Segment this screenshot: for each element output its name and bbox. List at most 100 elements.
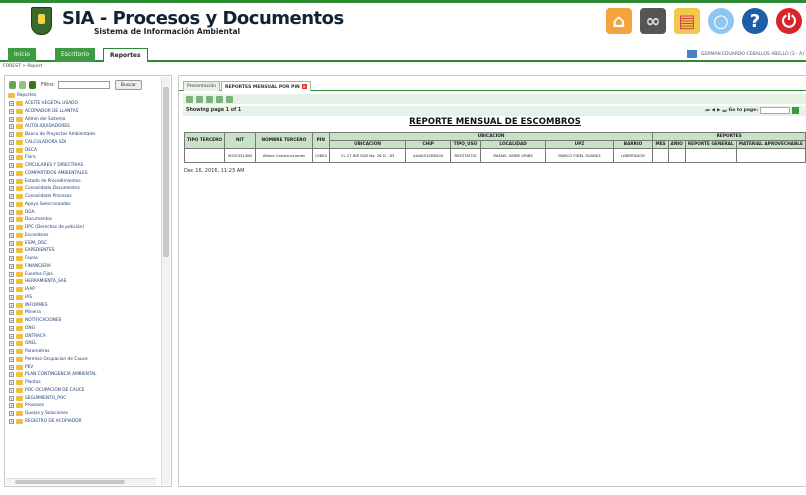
- expand-icon[interactable]: +: [9, 116, 14, 122]
- go-to-page-input[interactable]: [760, 107, 790, 114]
- tab-reportes[interactable]: Reportes: [103, 48, 148, 62]
- expand-icon[interactable]: +: [9, 395, 14, 401]
- tree-item[interactable]: + Flora: [8, 154, 160, 162]
- tree-item[interactable]: + DGA: [8, 208, 160, 216]
- expand-icon[interactable]: +: [9, 155, 14, 161]
- tree-item[interactable]: + COMPARTIDOS AMBIENTALES: [8, 169, 160, 177]
- tree-item[interactable]: + AUTOLIQUIDADORES: [8, 123, 160, 131]
- tree-item[interactable]: + REGISTRO DE ACOPIADOR: [8, 417, 160, 425]
- tree-root[interactable]: Reportes: [8, 92, 160, 100]
- tree-item[interactable]: + ACOPIADOR DE LLANTAS: [8, 107, 160, 115]
- expand-icon[interactable]: +: [9, 279, 14, 285]
- tree-vertical-scrollbar[interactable]: [161, 77, 170, 485]
- expand-icon[interactable]: +: [9, 217, 14, 223]
- expand-icon[interactable]: +: [9, 240, 14, 246]
- tree-item[interactable]: + FINANCIERA: [8, 262, 160, 270]
- expand-icon[interactable]: +: [9, 271, 14, 277]
- scrollbar-thumb[interactable]: [15, 480, 125, 484]
- tree-item[interactable]: + DECA: [8, 146, 160, 154]
- expand-icon[interactable]: +: [9, 139, 14, 145]
- expand-icon[interactable]: +: [9, 101, 14, 107]
- tree-item[interactable]: + IAAP: [8, 286, 160, 294]
- expand-icon[interactable]: +: [9, 232, 14, 238]
- scrollbar-thumb[interactable]: [163, 87, 169, 257]
- tree-item[interactable]: + ONG: [8, 324, 160, 332]
- expand-icon[interactable]: +: [9, 248, 14, 254]
- expand-icon[interactable]: +: [9, 163, 14, 169]
- expand-icon[interactable]: +: [9, 302, 14, 308]
- tree-item[interactable]: + Consolidado Procesos: [8, 193, 160, 201]
- expand-icon[interactable]: +: [9, 333, 14, 339]
- last-page-icon[interactable]: ⏭: [722, 108, 726, 114]
- tree-item[interactable]: + Estado de Procedimientos: [8, 177, 160, 185]
- tree-item[interactable]: + CALCULADORA SDI: [8, 138, 160, 146]
- tree-item[interactable]: + POC OCUPACION DE CAUCE: [8, 386, 160, 394]
- chat-icon[interactable]: ○: [708, 8, 734, 34]
- tree-item[interactable]: + OREL: [8, 340, 160, 348]
- export-icon[interactable]: [186, 95, 193, 103]
- exit-icon[interactable]: ⏻: [776, 8, 802, 34]
- tree-item[interactable]: + CIRCULARES Y DIRECTRIAS: [8, 162, 160, 170]
- expand-icon[interactable]: +: [9, 124, 14, 130]
- expand-icon[interactable]: +: [9, 287, 14, 293]
- expand-icon[interactable]: +: [9, 325, 14, 331]
- expand-icon[interactable]: +: [9, 418, 14, 424]
- expand-icon[interactable]: +: [9, 372, 14, 378]
- tree-item[interactable]: + ONTRACA: [8, 332, 160, 340]
- tree-item[interactable]: + SEGUIMIENTO_POC: [8, 394, 160, 402]
- tree-item[interactable]: + INFORMES: [8, 301, 160, 309]
- tree-horizontal-scrollbar[interactable]: [6, 478, 156, 485]
- next-page-icon[interactable]: ▶: [717, 108, 720, 113]
- tree-item[interactable]: + Escombros: [8, 231, 160, 239]
- expand-icon[interactable]: +: [9, 387, 14, 393]
- expand-icon[interactable]: +: [9, 318, 14, 324]
- tree-item[interactable]: + Parametros: [8, 348, 160, 356]
- search-button[interactable]: Buscar: [114, 80, 142, 90]
- expand-icon[interactable]: +: [9, 178, 14, 184]
- tree-item[interactable]: + Fuentes Fijas: [8, 270, 160, 278]
- expand-icon[interactable]: +: [9, 201, 14, 207]
- print-icon[interactable]: [196, 95, 203, 103]
- tree-item[interactable]: + PEV: [8, 363, 160, 371]
- expand-icon[interactable]: +: [9, 310, 14, 316]
- filter-icon[interactable]: [29, 81, 36, 89]
- cards-icon[interactable]: ▤: [674, 8, 700, 34]
- refresh-icon[interactable]: [206, 95, 213, 103]
- expand-icon[interactable]: +: [9, 147, 14, 153]
- tree-item[interactable]: + IAS: [8, 293, 160, 301]
- tree-item[interactable]: + Mineria: [8, 309, 160, 317]
- tab-reportes-mensual[interactable]: REPORTES MENSUAL POR PIN ×: [221, 81, 311, 91]
- excel-icon[interactable]: [216, 95, 223, 103]
- expand-icon[interactable]: +: [9, 132, 14, 138]
- expand-icon[interactable]: +: [9, 403, 14, 409]
- expand-icon[interactable]: +: [9, 349, 14, 355]
- tab-presentacion[interactable]: Presentación: [183, 81, 220, 91]
- expand-icon[interactable]: +: [9, 411, 14, 417]
- expand-icon[interactable]: +: [9, 356, 14, 362]
- first-page-icon[interactable]: ⏮: [705, 108, 709, 114]
- tab-inicio[interactable]: Inicio: [8, 48, 36, 62]
- go-button[interactable]: [792, 107, 799, 114]
- expand-icon[interactable]: +: [9, 263, 14, 269]
- download-icon[interactable]: [226, 95, 233, 103]
- expand-icon[interactable]: +: [9, 341, 14, 347]
- expand-icon[interactable]: +: [9, 170, 14, 176]
- expand-icon[interactable]: +: [9, 186, 14, 192]
- tree-item[interactable]: + Plantas: [8, 379, 160, 387]
- prev-page-icon[interactable]: ◀: [712, 108, 715, 113]
- home-icon[interactable]: ⌂: [606, 8, 632, 34]
- tree-item[interactable]: + Apoyo Seleccionados: [8, 200, 160, 208]
- expand-icon[interactable]: +: [9, 380, 14, 386]
- tree-item[interactable]: + ACEITE VEGETAL USADO: [8, 100, 160, 108]
- help-icon[interactable]: ?: [742, 8, 768, 34]
- expand-icon[interactable]: +: [9, 256, 14, 262]
- tree-item[interactable]: + Documentos: [8, 216, 160, 224]
- binoculars-icon[interactable]: ∞: [640, 8, 666, 34]
- tree-item[interactable]: + Admin del Sistema: [8, 115, 160, 123]
- tree-item[interactable]: + Permiso Ocupacion de Cauce: [8, 355, 160, 363]
- expand-icon[interactable]: +: [9, 209, 14, 215]
- tree-item[interactable]: + EXPEDIENTES: [8, 247, 160, 255]
- tree-item[interactable]: + Quejas y Soluciones: [8, 410, 160, 418]
- tree-item[interactable]: + Banco de Proyectos Ambientales: [8, 131, 160, 139]
- expand-icon[interactable]: +: [9, 225, 14, 231]
